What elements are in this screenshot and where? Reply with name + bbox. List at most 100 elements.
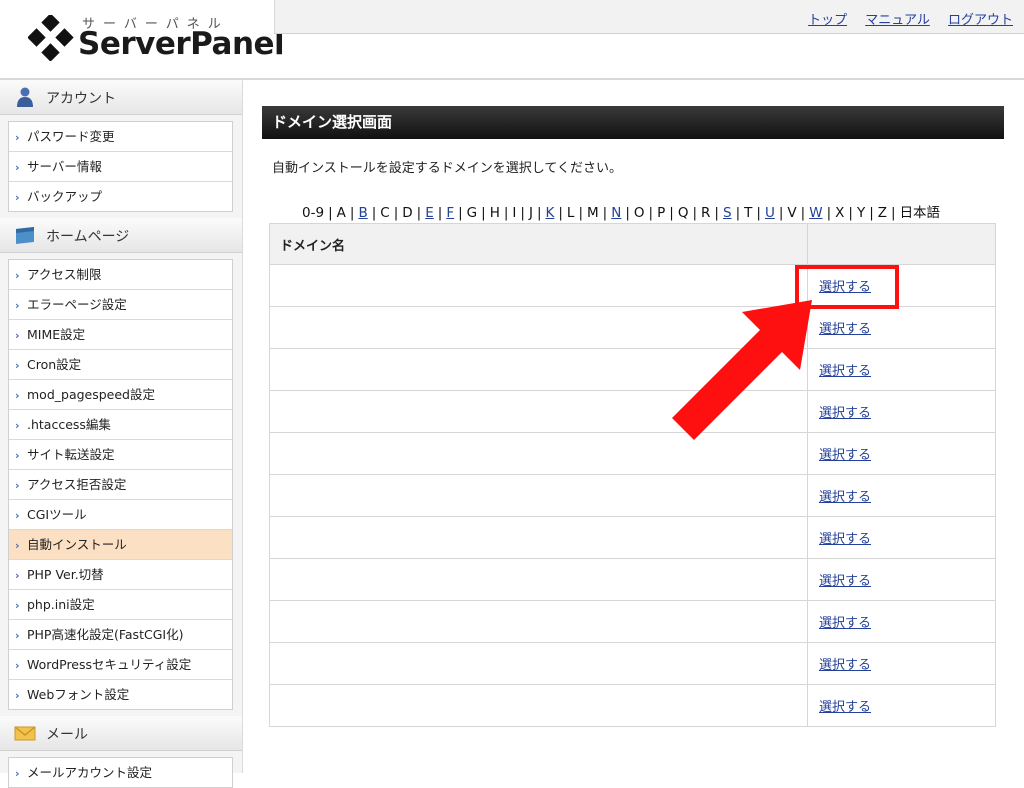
domain-cell (269, 558, 808, 601)
column-header-domain: ドメイン名 (269, 223, 808, 265)
sidebar-item-access-deny[interactable]: › アクセス拒否設定 (9, 470, 232, 500)
sidebar-item-label: サイト転送設定 (27, 447, 115, 462)
alphabet-filter-item: I (512, 205, 517, 221)
select-link[interactable]: 選択する (819, 574, 871, 589)
sidebar-item-access-restriction[interactable]: › アクセス制限 (9, 260, 232, 290)
select-link[interactable]: 選択する (819, 532, 871, 547)
alphabet-filter-item: Y (856, 205, 866, 221)
table-row: 選択する (269, 474, 996, 517)
separator: | (536, 205, 542, 221)
alphabet-filter-item[interactable]: N (611, 205, 621, 221)
arrow-icon: › (15, 767, 20, 780)
alphabet-filter-item: J (528, 205, 533, 221)
alphabet-filter-item[interactable]: K (546, 205, 555, 221)
sidebar-item-site-redirect[interactable]: › サイト転送設定 (9, 440, 232, 470)
separator: | (416, 205, 422, 221)
alphabet-filter-item: H (489, 205, 500, 221)
sidebar-item-label: Webフォント設定 (27, 687, 130, 702)
sidebar-item-php-version[interactable]: › PHP Ver.切替 (9, 560, 232, 590)
table-row: 選択する (269, 558, 996, 601)
action-cell: 選択する (807, 558, 996, 601)
separator: | (393, 205, 399, 221)
instruction-text: 自動インストールを設定するドメインを選択してください。 (272, 161, 622, 176)
action-cell: 選択する (807, 642, 996, 685)
person-icon (17, 87, 33, 107)
arrow-icon: › (15, 569, 20, 582)
select-link[interactable]: 選択する (819, 406, 871, 421)
sidebar-item-password[interactable]: › パスワード変更 (9, 122, 232, 152)
select-link[interactable]: 選択する (819, 658, 871, 673)
separator: | (458, 205, 463, 221)
alphabet-filter-item[interactable]: B (358, 205, 367, 221)
arrow-icon: › (15, 299, 20, 312)
mail-icon (14, 726, 36, 741)
sidebar-item-label: Cron設定 (27, 357, 82, 372)
sidebar-item-server-info[interactable]: › サーバー情報 (9, 152, 232, 182)
sidebar-section-homepage: ホームページ (0, 218, 242, 253)
sidebar-item-label: .htaccess編集 (27, 417, 111, 432)
select-link[interactable]: 選択する (819, 616, 871, 631)
manual-link[interactable]: マニュアル (865, 13, 930, 28)
alphabet-filter-item[interactable]: F (446, 205, 454, 221)
folder-icon (16, 227, 34, 244)
red-arrow-icon (672, 300, 812, 440)
top-link[interactable]: トップ (808, 13, 847, 28)
action-cell: 選択する (807, 432, 996, 475)
sidebar-item-fastcgi[interactable]: › PHP高速化設定(FastCGI化) (9, 620, 232, 650)
alphabet-filter-item: M (587, 205, 599, 221)
sidebar-item-label: WordPressセキュリティ設定 (27, 657, 192, 672)
action-cell: 選択する (807, 516, 996, 559)
alphabet-filter-item: A (336, 205, 346, 221)
sidebar-section-account: アカウント (0, 80, 242, 115)
action-cell: 選択する (807, 600, 996, 643)
sidebar-item-label: アクセス制限 (27, 267, 102, 282)
sidebar-item-htaccess[interactable]: › .htaccess編集 (9, 410, 232, 440)
main-content: ドメイン選択画面 自動インストールを設定するドメインを選択してください。 0-9… (262, 106, 1004, 727)
action-cell: 選択する (807, 306, 996, 349)
page-title: ドメイン選択画面 (262, 106, 1004, 139)
action-cell: 選択する (807, 474, 996, 517)
sidebar-item-error-page[interactable]: › エラーページ設定 (9, 290, 232, 320)
separator: | (503, 205, 509, 221)
alphabet-filter-item[interactable]: S (723, 205, 732, 221)
sidebar-item-webfont[interactable]: › Webフォント設定 (9, 680, 232, 709)
alphabet-filter-item[interactable]: U (765, 205, 775, 221)
select-link[interactable]: 選択する (819, 700, 871, 715)
alphabet-filter-item[interactable]: E (425, 205, 434, 221)
logo[interactable]: サーバーパネル ServerPanel (0, 0, 285, 78)
sidebar-item-wp-security[interactable]: › WordPressセキュリティ設定 (9, 650, 232, 680)
sidebar-item-pagespeed[interactable]: › mod_pagespeed設定 (9, 380, 232, 410)
separator: | (869, 205, 874, 221)
section-title: メール (46, 727, 88, 743)
arrow-icon: › (15, 689, 20, 702)
sidebar-item-cron[interactable]: › Cron設定 (9, 350, 232, 380)
sidebar-item-auto-install[interactable]: › 自動インストール (9, 530, 232, 560)
logout-link[interactable]: ログアウト (948, 13, 1013, 28)
alphabet-filter-item: Q (677, 205, 689, 221)
sidebar-item-label: MIME設定 (27, 327, 86, 342)
separator: | (602, 205, 608, 221)
separator: | (714, 205, 719, 221)
sidebar-item-php-ini[interactable]: › php.ini設定 (9, 590, 232, 620)
select-link[interactable]: 選択する (819, 490, 871, 505)
sidebar-item-backup[interactable]: › バックアップ (9, 182, 232, 211)
alphabet-filter-item: V (787, 205, 797, 221)
select-link[interactable]: 選択する (819, 364, 871, 379)
arrow-icon: › (15, 269, 20, 282)
sidebar-item-mime[interactable]: › MIME設定 (9, 320, 232, 350)
arrow-icon: › (15, 449, 20, 462)
select-link[interactable]: 選択する (819, 448, 871, 463)
arrow-icon: › (15, 659, 20, 672)
alphabet-filter-item[interactable]: W (809, 205, 822, 221)
homepage-menu: › アクセス制限 › エラーページ設定 › MIME設定 › Cron設定 › mod_p… (8, 259, 233, 710)
alphabet-filter-item: L (566, 205, 575, 221)
table-row: 選択する (269, 516, 996, 559)
select-link[interactable]: 選択する (819, 322, 871, 337)
sidebar-item-cgi-tools[interactable]: › CGIツール (9, 500, 232, 530)
separator: | (558, 205, 563, 221)
separator: | (328, 205, 333, 221)
separator: | (756, 205, 761, 221)
arrow-icon: › (15, 599, 20, 612)
table-row: 選択する (269, 348, 996, 391)
table-row: 選択する (269, 432, 996, 475)
